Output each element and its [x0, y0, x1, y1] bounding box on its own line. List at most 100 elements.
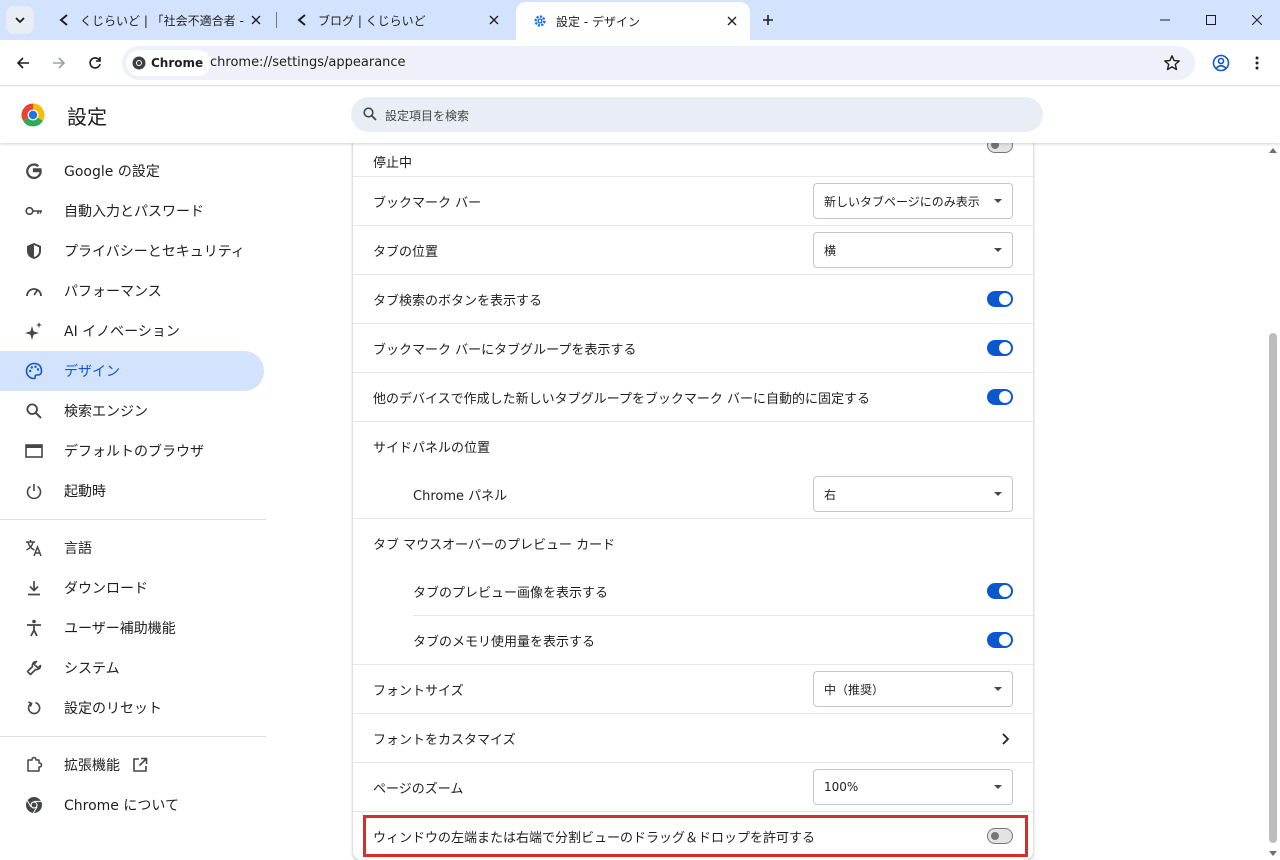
close-tab-icon[interactable]	[724, 13, 740, 29]
arrow-right-icon	[52, 56, 66, 70]
tab-kujiraido-home[interactable]: くじらいど | 「社会不適合者 - 人生	[40, 0, 274, 40]
toggle-knob	[991, 143, 999, 149]
bookmark-star-icon[interactable]	[1163, 54, 1181, 72]
bookmark-bar-select[interactable]: 新しいタブページにのみ表示	[813, 183, 1013, 219]
sidebar-item-languages[interactable]: 言語	[0, 528, 264, 568]
sidebar-item-downloads[interactable]: ダウンロード	[0, 568, 264, 608]
sidebar-item-label: 設定のリセット	[64, 701, 162, 717]
site-info-chip[interactable]: Chrome	[126, 50, 212, 76]
sidebar-item-label: Google の設定	[64, 164, 160, 180]
dropdown-caret-icon	[994, 248, 1002, 252]
speedometer-icon	[24, 281, 44, 301]
select-value: 中（推奨）	[824, 682, 885, 697]
account-circle-icon	[1212, 54, 1230, 72]
pin-tab-groups-toggle[interactable]	[987, 389, 1013, 405]
minimize-button[interactable]	[1142, 0, 1188, 40]
setting-label: フォントをカスタマイズ	[373, 733, 516, 748]
setting-row-tab-position: タブの位置 横	[353, 226, 1033, 275]
scrollbar[interactable]	[1266, 143, 1280, 860]
sidebar-item-search-engine[interactable]: 検索エンジン	[0, 391, 264, 431]
close-tab-icon[interactable]	[486, 12, 502, 28]
sidebar-item-on-startup[interactable]: 起動時	[0, 471, 264, 511]
setting-row-hover-card: タブ マウスオーバーのプレビュー カード	[353, 519, 1033, 567]
setting-row-hover-preview: タブのプレビュー画像を表示する	[353, 567, 1033, 616]
settings-search-input[interactable]: 設定項目を検索	[351, 97, 1043, 132]
download-icon	[24, 578, 44, 598]
sidebar-item-performance[interactable]: パフォーマンス	[0, 271, 264, 311]
url-text: chrome://settings/appearance	[210, 55, 406, 70]
menu-button[interactable]	[1241, 47, 1273, 79]
reset-icon	[24, 698, 44, 718]
setting-row-pin-tab-groups: 他のデバイスで作成した新しいタブグループをブックマーク バーに自動的に固定する	[353, 373, 1033, 422]
sidebar-item-label: パフォーマンス	[64, 284, 162, 300]
dropdown-caret-icon	[994, 687, 1002, 691]
sidebar-item-autofill[interactable]: 自動入力とパスワード	[0, 191, 264, 231]
tab-title: ブログ | くじらいど	[318, 13, 426, 28]
setting-row-tab-search: タブ検索のボタンを表示する	[353, 275, 1033, 324]
select-value: 新しいタブページにのみ表示	[824, 194, 980, 209]
sidebar-item-reset[interactable]: 設定のリセット	[0, 688, 264, 728]
page-zoom-select[interactable]: 100%	[813, 769, 1013, 805]
forward-button[interactable]	[43, 47, 75, 79]
sidebar-item-design[interactable]: デザイン	[0, 351, 264, 391]
sidebar-item-ai[interactable]: AI イノベーション	[0, 311, 264, 351]
address-bar[interactable]: Chrome chrome://settings/appearance	[122, 46, 1195, 80]
setting-row-bookmark-bar: ブックマーク バー 新しいタブページにのみ表示	[353, 177, 1033, 226]
chrome-panel-select[interactable]: 右	[813, 476, 1013, 512]
setting-label: タブのメモリ使用量を表示する	[413, 635, 596, 650]
sidebar-item-label: AI イノベーション	[64, 324, 180, 340]
tab-search-toggle[interactable]	[987, 291, 1013, 307]
accessibility-icon	[24, 618, 44, 638]
scroll-down-arrow-icon[interactable]	[1269, 851, 1277, 856]
setting-label: タブ検索のボタンを表示する	[373, 294, 543, 309]
close-window-button[interactable]	[1234, 0, 1280, 40]
sidebar-item-privacy[interactable]: プライバシーとセキュリティ	[0, 231, 264, 271]
extension-icon	[24, 755, 44, 775]
settings-sidebar: Google の設定 自動入力とパスワード プライバシーとセキュリティ パフォー…	[0, 143, 266, 860]
sidebar-item-about[interactable]: Chrome について	[0, 785, 264, 825]
hover-preview-toggle[interactable]	[987, 583, 1013, 599]
chrome-logo-icon	[21, 103, 45, 127]
sidebar-divider	[0, 736, 266, 737]
dropdown-caret-icon	[994, 199, 1002, 203]
tab-blog[interactable]: ブログ | くじらいど	[278, 0, 512, 40]
tab-position-select[interactable]: 横	[813, 232, 1013, 268]
setting-row-partial: 停止中	[353, 143, 1033, 177]
chrome-icon	[132, 56, 151, 70]
sidebar-item-label: プライバシーとセキュリティ	[64, 244, 245, 260]
maximize-button[interactable]	[1188, 0, 1234, 40]
tab-groups-bookmark-toggle[interactable]	[987, 340, 1013, 356]
settings-header: 設定 設定項目を検索	[0, 87, 1280, 143]
sidebar-item-google[interactable]: Google の設定	[0, 151, 264, 191]
sidebar-item-accessibility[interactable]: ユーザー補助機能	[0, 608, 264, 648]
tab-settings-design[interactable]: 設定 - デザイン	[516, 2, 750, 40]
tab-search-button[interactable]	[6, 6, 34, 34]
settings-main: 停止中 ブックマーク バー 新しいタブページにのみ表示 タブの位置 横 タブ検索…	[266, 143, 1266, 860]
partial-toggle[interactable]	[987, 143, 1013, 153]
setting-label: タブ マウスオーバーのプレビュー カード	[373, 537, 616, 553]
shield-icon	[24, 241, 44, 261]
sidebar-item-default-browser[interactable]: デフォルトのブラウザ	[0, 431, 264, 471]
sidebar-item-system[interactable]: システム	[0, 648, 264, 688]
highlight-annotation	[363, 815, 1028, 857]
google-icon	[24, 161, 44, 181]
close-tab-icon[interactable]	[248, 12, 264, 28]
sidebar-item-label: システム	[64, 661, 120, 677]
sidebar-item-extensions[interactable]: 拡張機能	[0, 745, 264, 785]
minimize-icon	[1160, 15, 1170, 25]
sidebar-item-label: デザイン	[64, 364, 120, 380]
new-tab-button[interactable]	[756, 8, 780, 32]
font-size-select[interactable]: 中（推奨）	[813, 671, 1013, 707]
scrollbar-thumb[interactable]	[1269, 333, 1277, 843]
profile-button[interactable]	[1205, 47, 1237, 79]
scroll-up-arrow-icon[interactable]	[1269, 148, 1277, 153]
hover-memory-toggle[interactable]	[987, 632, 1013, 648]
translate-icon	[24, 538, 44, 558]
browser-window-icon	[24, 441, 44, 461]
reload-button[interactable]	[79, 47, 111, 79]
setting-row-customize-fonts[interactable]: フォントをカスタマイズ	[353, 714, 1033, 763]
sidebar-item-label: デフォルトのブラウザ	[64, 444, 204, 460]
dropdown-caret-icon	[994, 492, 1002, 496]
back-button[interactable]	[7, 47, 39, 79]
setting-label: タブのプレビュー画像を表示する	[413, 586, 609, 601]
